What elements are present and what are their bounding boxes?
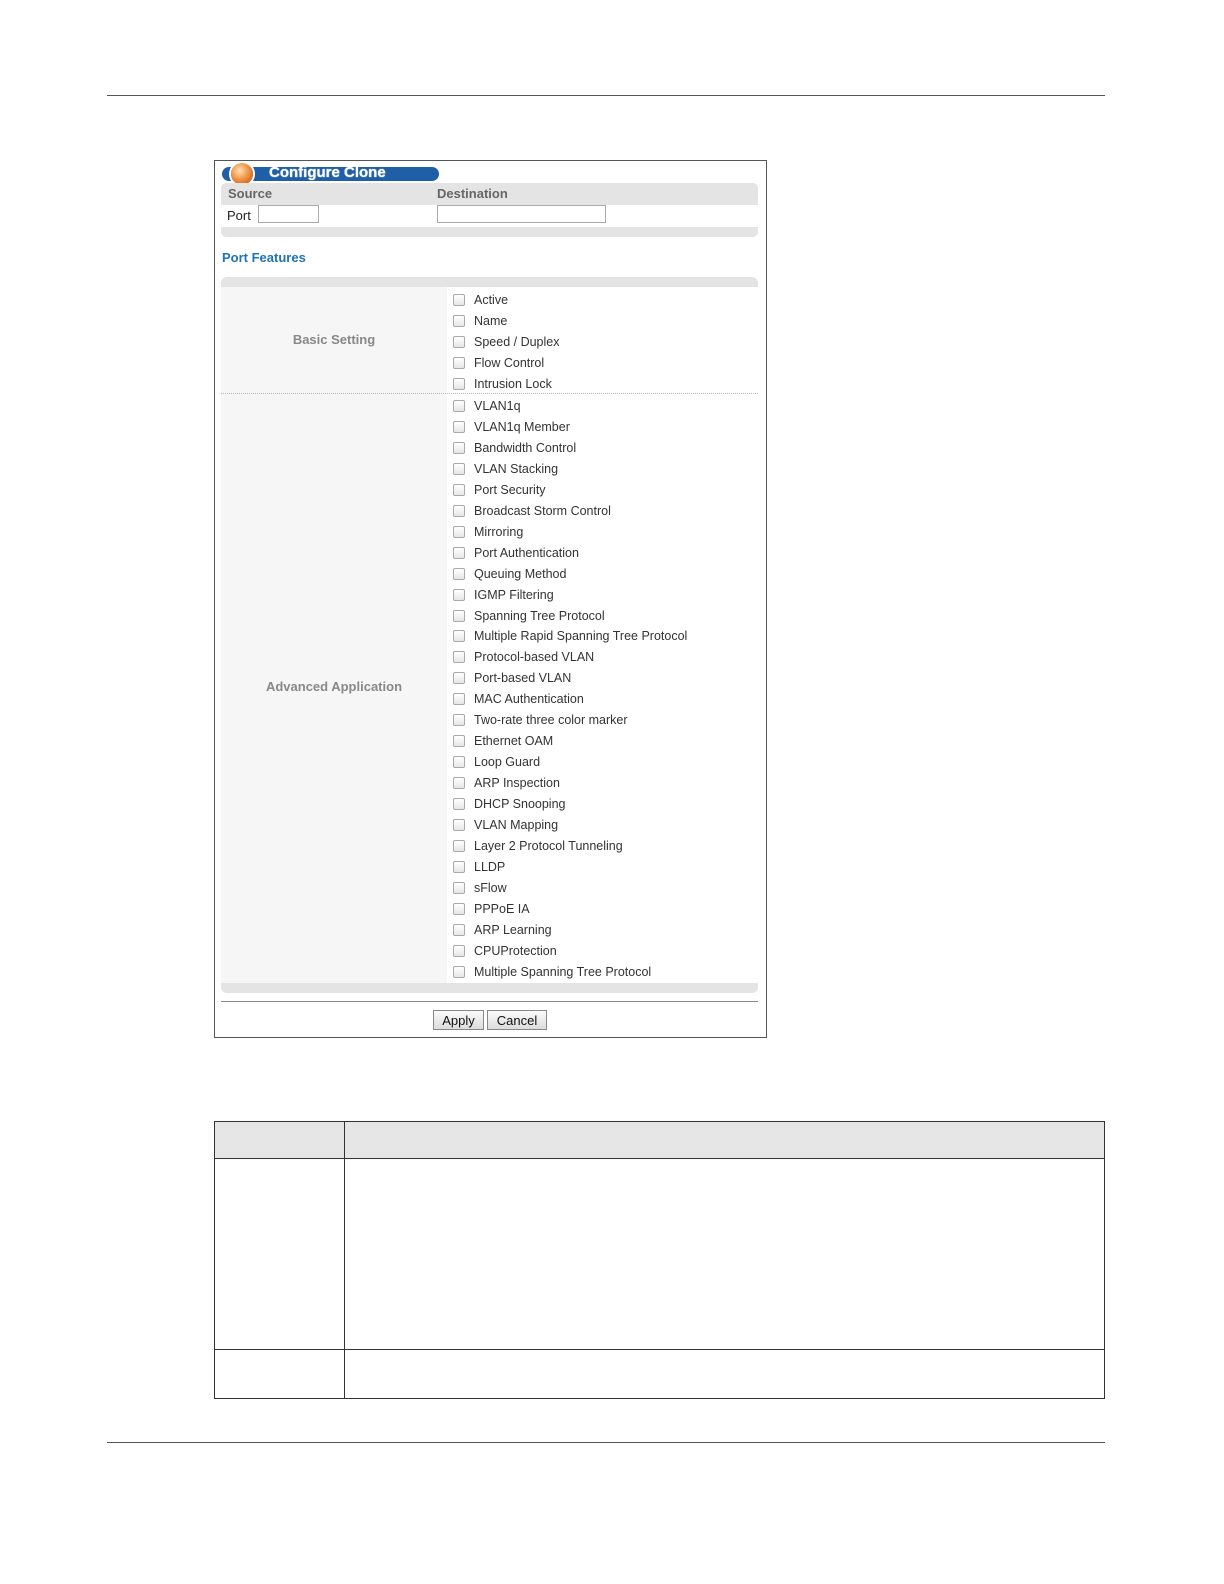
- option-checkbox[interactable]: [453, 630, 465, 643]
- option-checkbox[interactable]: [453, 944, 465, 957]
- footer-rule: [107, 1442, 1105, 1443]
- option-checkbox[interactable]: [453, 609, 465, 622]
- advanced-application-label: Advanced Application: [265, 679, 403, 694]
- option-label: Flow Control: [474, 356, 545, 370]
- source-destination-footer: [221, 227, 758, 237]
- option-checkbox[interactable]: [453, 378, 465, 390]
- option-label: sFlow: [474, 880, 507, 895]
- option-checkbox[interactable]: [453, 483, 465, 496]
- port-features-title: Port Features: [222, 250, 306, 265]
- option-label: VLAN1q Member: [474, 419, 570, 434]
- option-label: VLAN1q: [474, 399, 521, 413]
- option-label: Multiple Rapid Spanning Tree Protocol: [474, 629, 688, 644]
- option-checkbox[interactable]: [453, 651, 465, 664]
- option-checkbox[interactable]: [453, 441, 465, 454]
- option-label: VLAN Stacking: [474, 461, 559, 476]
- option-label: LLDP: [474, 859, 506, 874]
- option-checkbox[interactable]: [453, 860, 465, 873]
- option-checkbox[interactable]: [453, 588, 465, 601]
- option-checkbox[interactable]: [453, 462, 465, 475]
- option-checkbox[interactable]: [453, 735, 465, 748]
- option-checkbox[interactable]: [453, 798, 465, 811]
- option-label: MAC Authentication: [474, 692, 584, 707]
- header-rule: [107, 95, 1105, 96]
- option-checkbox[interactable]: [453, 714, 465, 727]
- option-checkbox[interactable]: [453, 777, 465, 790]
- option-label: CPUProtection: [474, 943, 557, 958]
- source-destination-row: Port: [221, 205, 758, 227]
- port-features-table: Basic Setting Advanced Application Activ…: [221, 277, 758, 993]
- apply-button[interactable]: Apply: [433, 1010, 484, 1030]
- option-label: Loop Guard: [474, 755, 541, 770]
- configure-clone-screen: Configure Clone Source Destination Port …: [214, 160, 767, 1038]
- option-checkbox[interactable]: [453, 839, 465, 852]
- option-checkbox[interactable]: [453, 525, 465, 538]
- title-orb-icon: [231, 163, 253, 185]
- option-checkbox[interactable]: [453, 923, 465, 936]
- option-checkbox[interactable]: [453, 567, 465, 580]
- option-label: Port Security: [474, 482, 546, 497]
- features-footer-bar: [221, 983, 758, 993]
- option-checkbox[interactable]: [453, 693, 465, 706]
- option-checkbox[interactable]: [453, 546, 465, 559]
- row-divider: [215, 1349, 1104, 1350]
- source-destination-header: Source Destination: [221, 183, 758, 205]
- option-checkbox[interactable]: [453, 504, 465, 517]
- option-label: Speed / Duplex: [474, 335, 560, 349]
- option-label: ARP Learning: [474, 922, 552, 937]
- option-label: Ethernet OAM: [474, 734, 554, 749]
- option-checkbox[interactable]: [453, 336, 465, 348]
- option-label: Multiple Spanning Tree Protocol: [474, 964, 652, 979]
- option-label: Mirroring: [474, 524, 524, 539]
- option-label: ARP Inspection: [474, 776, 560, 791]
- option-checkbox[interactable]: [453, 400, 465, 412]
- option-label: Intrusion Lock: [474, 377, 552, 391]
- option-label: VLAN Mapping: [474, 818, 559, 832]
- option-label: DHCP Snooping: [474, 797, 566, 812]
- option-checkbox[interactable]: [453, 420, 465, 433]
- option-checkbox[interactable]: [453, 672, 465, 685]
- basic-setting-label: Basic Setting: [292, 332, 376, 347]
- source-port-input[interactable]: [258, 205, 319, 223]
- option-checkbox[interactable]: [453, 881, 465, 894]
- option-label: Broadcast Storm Control: [474, 503, 611, 518]
- option-checkbox[interactable]: [453, 357, 465, 369]
- table-header-row: [215, 1122, 1104, 1159]
- option-label: Two-rate three color marker: [474, 713, 628, 728]
- group-separator: [221, 393, 758, 394]
- option-checkbox[interactable]: [453, 294, 465, 306]
- option-label: IGMP Filtering: [474, 587, 554, 602]
- option-label: Protocol-based VLAN: [474, 650, 595, 665]
- option-checkbox[interactable]: [453, 902, 465, 915]
- cancel-button[interactable]: Cancel: [487, 1010, 547, 1030]
- option-label: Port-based VLAN: [474, 671, 572, 686]
- column-divider: [344, 1122, 345, 1398]
- button-divider: [221, 1001, 758, 1002]
- source-header: Source: [228, 186, 273, 201]
- option-checkbox[interactable]: [453, 965, 465, 978]
- option-label: Active: [474, 293, 509, 307]
- option-checkbox[interactable]: [453, 756, 465, 769]
- page-title: Configure Clone: [269, 164, 386, 181]
- option-label: Port Authentication: [474, 545, 579, 560]
- features-header-bar: [221, 277, 758, 287]
- option-checkbox[interactable]: [453, 819, 465, 831]
- port-label: Port: [227, 208, 251, 223]
- option-label: Layer 2 Protocol Tunneling: [474, 838, 623, 853]
- field-description-table: [214, 1121, 1105, 1399]
- option-label: Bandwidth Control: [474, 440, 577, 455]
- option-label: Name: [474, 314, 508, 328]
- destination-port-input[interactable]: [437, 205, 606, 223]
- option-label: Spanning Tree Protocol: [474, 608, 605, 623]
- option-label: Queuing Method: [474, 566, 567, 581]
- destination-header: Destination: [437, 186, 508, 201]
- option-label: PPPoE IA: [474, 901, 530, 916]
- option-checkbox[interactable]: [453, 315, 465, 327]
